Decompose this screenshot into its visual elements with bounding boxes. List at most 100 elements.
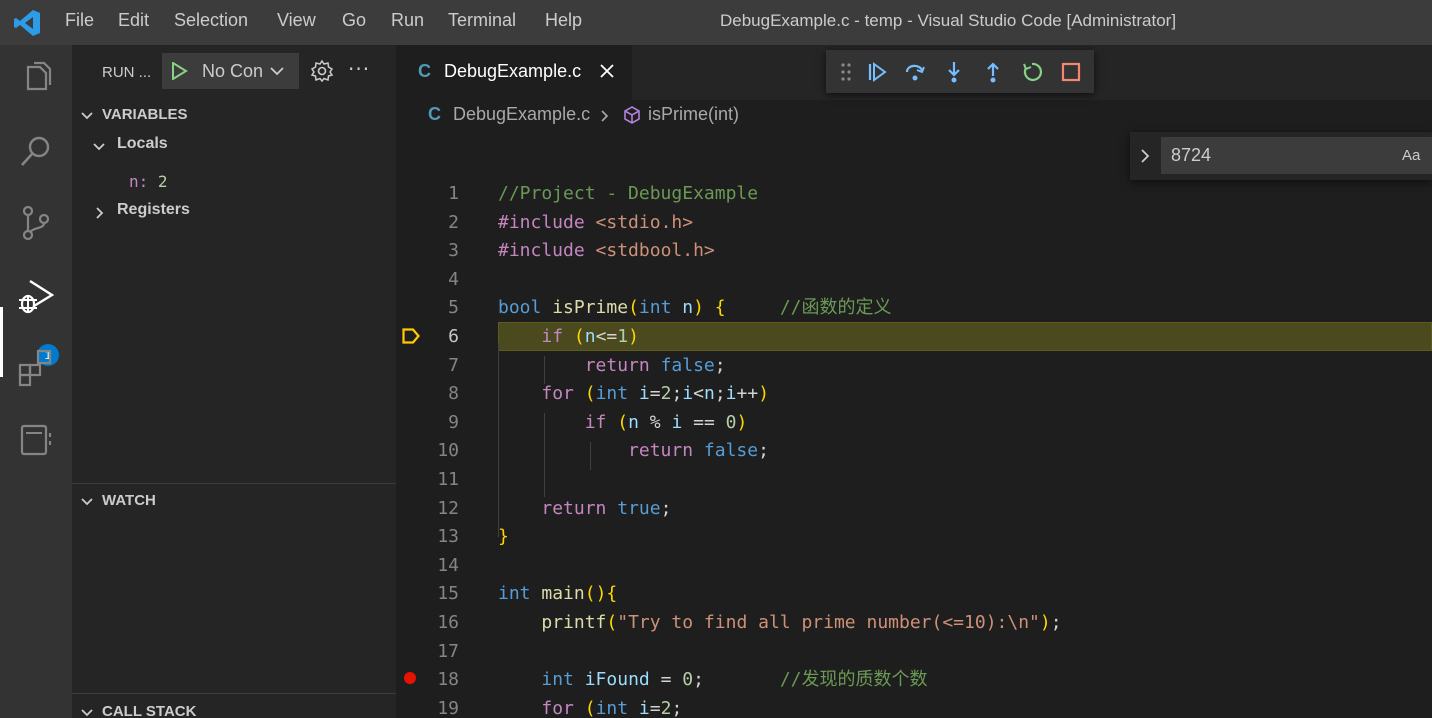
tab-debugexample-c[interactable]: C DebugExample.c: [396, 45, 632, 100]
registers-label: Registers: [117, 201, 190, 218]
chevron-right-icon: [601, 110, 609, 122]
gear-icon[interactable]: [310, 59, 334, 83]
code-text: int main(){: [498, 583, 618, 605]
section-divider: [72, 483, 396, 484]
debug-toolbar: [826, 50, 1094, 93]
locals-scope[interactable]: Locals: [92, 133, 392, 161]
c-file-icon: C: [418, 61, 431, 81]
chevron-down-icon: [81, 498, 93, 506]
code-text: }: [498, 526, 509, 548]
line-number: 18: [437, 669, 459, 691]
menu-selection[interactable]: Selection: [174, 10, 248, 31]
run-debug-sidebar: RUN ... No Configurations ··· VARIABLES …: [72, 45, 396, 718]
code-text: for (int i=2;: [541, 697, 683, 718]
extensions-icon[interactable]: [14, 345, 58, 389]
line-number: 3: [448, 240, 459, 262]
code-line: 3 #include <stdbool.h>: [396, 237, 1432, 266]
code-line-current: 6 if (n<=1): [396, 323, 1432, 352]
breadcrumb-symbol[interactable]: isPrime(int): [648, 104, 739, 125]
step-out-icon[interactable]: [982, 61, 1004, 83]
call-stack-section-header[interactable]: CALL STACK: [72, 697, 396, 718]
line-number: 14: [437, 554, 459, 576]
code-line: 13 }: [396, 523, 1432, 552]
notebook-icon[interactable]: [14, 417, 58, 461]
find-input[interactable]: [1161, 137, 1432, 174]
line-number: 19: [437, 697, 459, 718]
c-file-icon: C: [428, 104, 441, 124]
chevron-right-icon: [96, 207, 104, 219]
debug-config-select[interactable]: No Configurations: [162, 53, 299, 89]
code-text: return false;: [628, 440, 769, 462]
line-number: 12: [437, 497, 459, 519]
method-cube-icon: [624, 106, 640, 124]
tab-label: DebugExample.c: [444, 61, 582, 81]
drag-grip-icon[interactable]: [840, 62, 852, 82]
variable-value: 2: [157, 172, 168, 191]
explorer-icon[interactable]: [14, 57, 58, 101]
menu-go[interactable]: Go: [342, 10, 366, 31]
run-view-title: RUN ...: [102, 64, 152, 81]
code-line: 8 for (int i=2;i<n;i++): [396, 380, 1432, 409]
code-text: #include <stdio.h>: [498, 211, 694, 233]
close-icon[interactable]: [598, 62, 616, 80]
search-icon[interactable]: [14, 129, 58, 173]
step-into-icon[interactable]: [943, 61, 965, 83]
title-bar: File Edit Selection View Go Run Terminal…: [0, 0, 1432, 45]
variables-section-header[interactable]: VARIABLES: [72, 100, 396, 130]
line-number: 7: [448, 354, 459, 376]
match-case-toggle[interactable]: Aa: [1402, 147, 1420, 164]
code-text: if (n % i == 0): [584, 411, 748, 433]
line-number: 16: [437, 612, 459, 633]
code-line: 9 if (n % i == 0): [396, 409, 1432, 438]
more-actions-icon[interactable]: ···: [348, 57, 370, 81]
watch-title: WATCH: [102, 492, 156, 509]
code-line: 1 //Project - DebugExample: [396, 180, 1432, 209]
code-line: 17: [396, 638, 1432, 667]
code-text: printf("Try to find all prime number(<=1…: [541, 612, 1062, 633]
run-debug-icon[interactable]: [14, 273, 58, 317]
variable-row[interactable]: n: 2: [129, 172, 168, 191]
line-number: 6: [448, 326, 459, 347]
code-text: return true;: [541, 497, 672, 519]
restart-icon[interactable]: [1021, 61, 1043, 83]
line-number: 17: [437, 640, 459, 662]
editor-area: C DebugExample.c C DebugExample.c isPrim…: [396, 45, 1432, 718]
menu-run[interactable]: Run: [391, 10, 424, 31]
continue-icon[interactable]: [866, 61, 888, 83]
start-debugging-icon[interactable]: [170, 62, 188, 80]
source-control-icon[interactable]: [14, 201, 58, 245]
vscode-logo-icon: [14, 10, 40, 36]
code-line: 10 return false;: [396, 437, 1432, 466]
code-line: 2 #include <stdio.h>: [396, 209, 1432, 238]
menu-file[interactable]: File: [65, 10, 94, 31]
code-line: 5 bool isPrime(int n) { //函数的定义: [396, 294, 1432, 323]
code-line: 14: [396, 552, 1432, 581]
line-number: 5: [448, 297, 459, 319]
watch-section-header[interactable]: WATCH: [72, 486, 396, 516]
code-text: bool isPrime(int n) { //函数的定义: [498, 297, 892, 319]
code-text: if (n<=1): [541, 326, 639, 347]
registers-scope[interactable]: Registers: [92, 199, 392, 227]
code-line: 11: [396, 466, 1432, 495]
menu-terminal[interactable]: Terminal: [448, 10, 516, 31]
stop-icon[interactable]: [1060, 61, 1082, 83]
step-over-icon[interactable]: [904, 61, 926, 83]
find-widget: Aa: [1130, 132, 1432, 180]
breadcrumb-file[interactable]: DebugExample.c: [453, 104, 590, 125]
menu-view[interactable]: View: [277, 10, 316, 31]
menu-help[interactable]: Help: [545, 10, 582, 31]
menu-edit[interactable]: Edit: [118, 10, 149, 31]
code-line: 12 return true;: [396, 495, 1432, 524]
debug-config-name: No Configurations: [202, 61, 262, 81]
code-line: 19 for (int i=2;: [396, 695, 1432, 718]
variables-title: VARIABLES: [102, 106, 188, 123]
line-number: 1: [448, 183, 459, 204]
code-line: 15 int main(){: [396, 580, 1432, 609]
chevron-down-icon: [93, 143, 105, 151]
code-line: 7 return false;: [396, 352, 1432, 381]
chevron-right-icon[interactable]: [1138, 148, 1152, 164]
line-number: 2: [448, 211, 459, 233]
chevron-down-icon: [270, 67, 284, 76]
code-text: return false;: [584, 354, 726, 376]
line-number: 4: [448, 268, 459, 290]
